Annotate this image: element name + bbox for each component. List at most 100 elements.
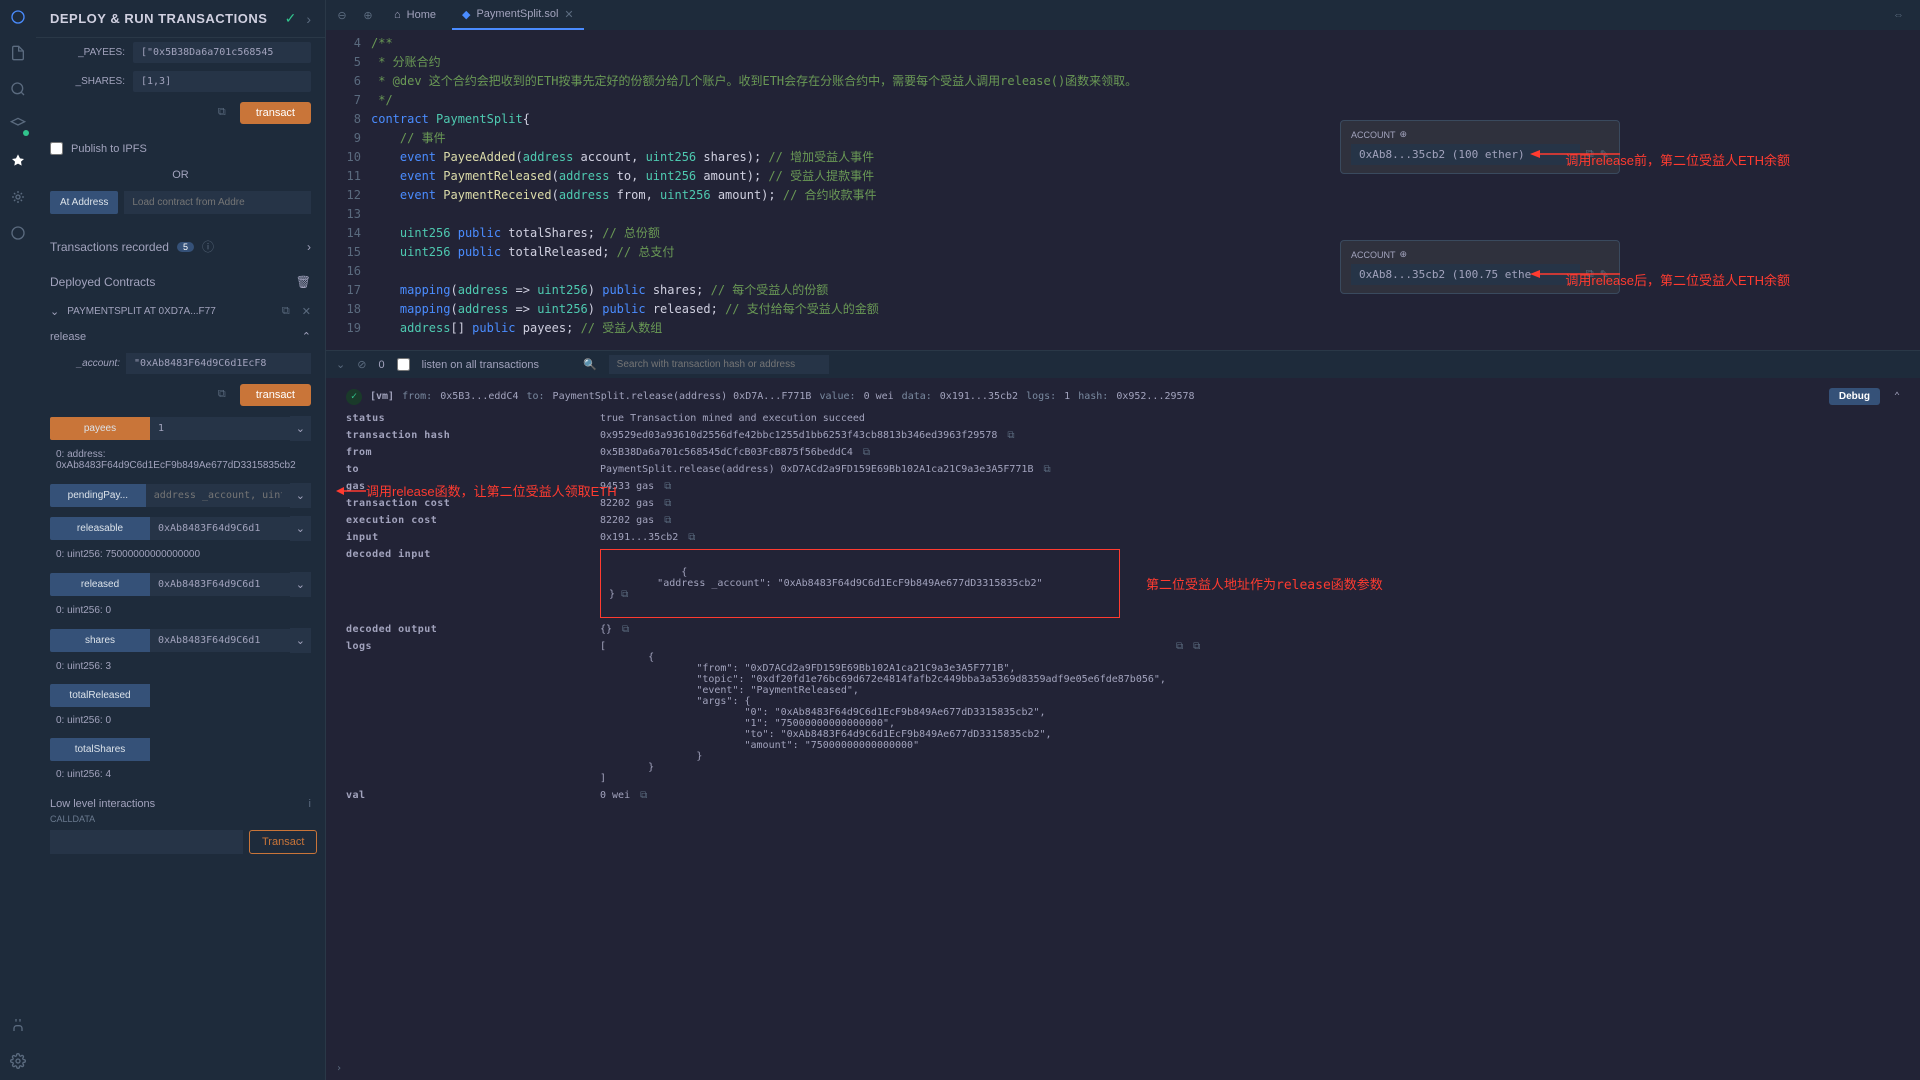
copy-icon[interactable]: ⧉ [664,498,671,509]
zoom-out-icon[interactable]: ⊖ [332,9,352,22]
compiler-icon[interactable] [9,116,27,134]
copy-icon[interactable]: ⧉ [664,481,671,492]
chevron-right-icon[interactable]: › [306,11,311,27]
totalreleased-button[interactable]: totalReleased [50,684,150,707]
copy-icon[interactable]: ⧉ [863,447,870,458]
solidity-icon: ◆ [462,8,470,21]
copy-icon[interactable]: ⧉ [1043,464,1050,475]
payees-button[interactable]: payees [50,417,150,440]
chevron-right-icon: › [307,240,311,254]
totalshares-button[interactable]: totalShares [50,738,150,761]
publish-ipfs-label: Publish to IPFS [71,143,147,155]
chevron-down-icon[interactable]: ⌄ [290,628,311,653]
trash-icon[interactable]: 🗑 [296,275,311,289]
pendingpay-input[interactable] [146,484,290,507]
deploy-icon[interactable] [9,152,27,170]
shares-input[interactable] [133,71,311,92]
tab-home[interactable]: ⌂ Home [384,0,446,30]
copy-icon[interactable]: ⧉ [688,532,695,543]
plug-icon[interactable] [9,1016,27,1034]
chevron-down-icon[interactable]: ⌄ [290,416,311,441]
transact-button[interactable]: transact [240,102,311,124]
tx-search-input[interactable] [609,355,829,374]
copy-icon[interactable]: ⧉ [1176,641,1183,652]
release-account-input[interactable] [126,353,311,374]
tx-details-table: status true Transaction mined and execut… [346,413,1900,801]
terminal-prompt[interactable]: › [336,1063,342,1074]
copy-icon[interactable]: ⧉ [621,589,628,600]
panel-title: DEPLOY & RUN TRANSACTIONS [50,11,267,26]
pending-count: 0 [378,359,384,371]
plugin-icon[interactable] [9,224,27,242]
clipboard-icon[interactable]: ⧉ [218,106,232,120]
resize-icon[interactable]: ⇔ [1893,9,1914,21]
chevron-down-icon[interactable]: ⌄ [290,516,311,541]
at-address-button[interactable]: At Address [50,191,118,214]
home-icon: ⌂ [394,9,401,21]
search-icon[interactable] [9,80,27,98]
copy-icon[interactable]: ⧉ [282,305,290,318]
copy-icon[interactable]: ⧉ [1193,641,1200,652]
plus-icon[interactable]: ⊕ [1400,249,1408,260]
chevron-down-icon[interactable]: ⌄ [290,572,311,597]
release-transact-button[interactable]: transact [240,384,311,406]
tx-recorded-header[interactable]: Transactions recorded 5 ⓘ › [36,228,325,265]
listen-label: listen on all transactions [422,359,539,371]
lowlevel-transact-button[interactable]: Transact [249,830,317,854]
logo-icon[interactable] [9,8,27,26]
settings-icon[interactable] [9,1052,27,1070]
search-icon: 🔍 [583,358,597,371]
shares-label: _SHARES: [50,76,125,87]
info-icon: ⓘ [202,238,214,255]
file-explorer-icon[interactable] [9,44,27,62]
code-editor[interactable]: 45678910111213141516171819 /** * 分账合约 * … [326,30,1920,350]
debug-button[interactable]: Debug [1829,388,1880,405]
publish-ipfs-checkbox[interactable] [50,142,63,155]
copy-icon[interactable]: ⧉ [622,624,629,635]
payees-input[interactable] [133,42,311,63]
panel-header: DEPLOY & RUN TRANSACTIONS ✓ › [36,0,325,38]
info-icon[interactable]: i [309,798,311,810]
calldata-label: CALLDATA [36,814,325,824]
tx-summary: ✓ [vm] from:0x5B3...eddC4 to:PaymentSpli… [346,388,1900,413]
copy-icon[interactable]: ⧉ [640,790,647,801]
tab-file[interactable]: ◆ PaymentSplit.sol ✕ [452,0,584,30]
or-label: OR [36,163,325,187]
chevron-down-icon[interactable]: ⌄ [50,305,59,318]
terminal-toolbar: ⌄ ⊘ 0 listen on all transactions 🔍 [326,350,1920,378]
release-function-header: release ⌃ [36,324,325,349]
chevron-down-icon[interactable]: ⌄ [290,483,311,508]
at-address-input[interactable] [124,191,311,214]
chevron-up-icon[interactable]: ⌃ [302,330,311,343]
ban-icon[interactable]: ⊘ [357,358,366,371]
chevron-up-icon[interactable]: ⌃ [1894,391,1900,402]
chevron-down-icon[interactable]: ⌄ [336,358,345,371]
payees-label: _PAYEES: [50,47,125,58]
copy-icon[interactable]: ⧉ [664,515,671,526]
shares-button[interactable]: shares [50,629,150,652]
contract-instance: ⌄ PAYMENTSPLIT AT 0XD7A...F77 ⧉ ✕ [36,299,325,324]
copy-icon[interactable]: ⧉ [1007,430,1014,441]
debugger-icon[interactable] [9,188,27,206]
clipboard-icon[interactable]: ⧉ [218,388,232,402]
decoded-input-box: { "address _account": "0xAb8483F64d9C6d1… [600,549,1120,618]
annotation-decoded: 第二位受益人地址作为release函数参数 [1146,574,1383,593]
tab-bar: ⊖ ⊕ ⌂ Home ◆ PaymentSplit.sol ✕ ⇔ [326,0,1920,30]
listen-checkbox[interactable] [397,358,410,371]
deploy-panel: DEPLOY & RUN TRANSACTIONS ✓ › _PAYEES: _… [36,0,326,1080]
calldata-input[interactable] [50,830,243,854]
pendingpay-button[interactable]: pendingPay... [50,484,146,507]
arrow-icon [1530,148,1620,160]
minimap[interactable] [1810,30,1920,350]
close-icon[interactable]: ✕ [302,305,311,318]
terminal[interactable]: ✓ [vm] from:0x5B3...eddC4 to:PaymentSpli… [326,378,1920,1080]
deployed-header: Deployed Contracts 🗑 [36,265,325,299]
releasable-button[interactable]: releasable [50,517,150,540]
released-button[interactable]: released [50,573,150,596]
plus-icon[interactable]: ⊕ [1400,129,1408,140]
zoom-in-icon[interactable]: ⊕ [358,9,378,22]
icon-bar [0,0,36,1080]
arrow-icon [1530,268,1620,280]
check-icon: ✓ [285,10,297,27]
close-icon[interactable]: ✕ [564,8,573,21]
